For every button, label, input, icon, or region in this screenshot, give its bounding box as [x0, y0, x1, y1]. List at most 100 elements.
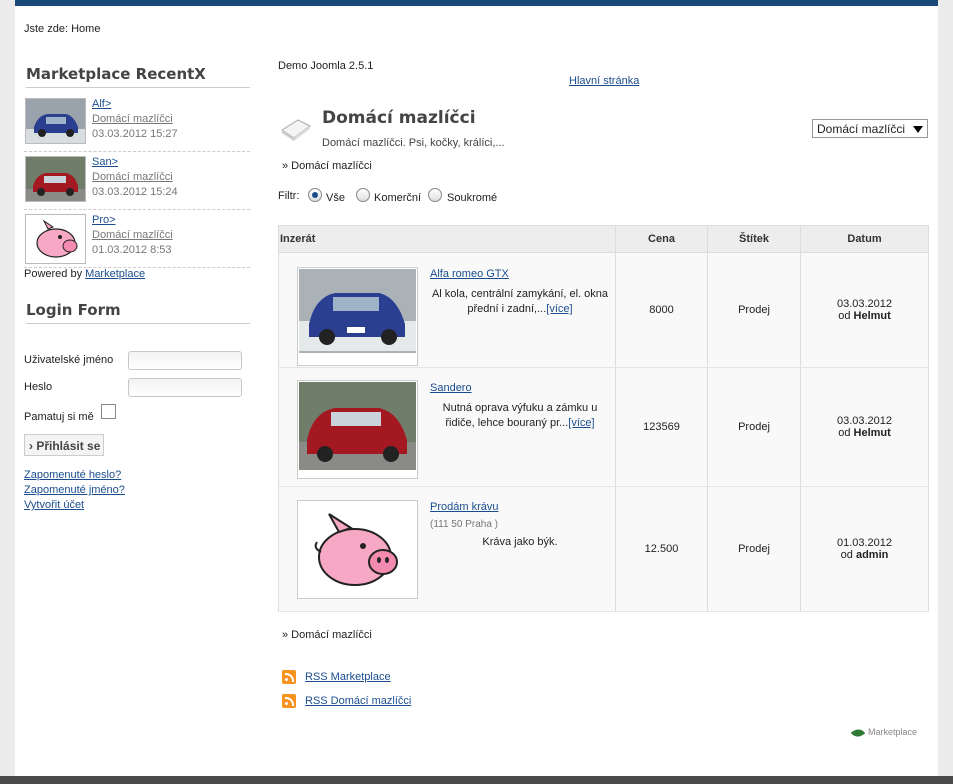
- remember-checkbox[interactable]: [101, 404, 116, 419]
- filter-label-commercial: Komerční: [374, 192, 422, 204]
- footer-brand-label: Marketplace: [868, 727, 918, 737]
- category-crumb-bottom[interactable]: » Domácí mazlíčci: [282, 629, 372, 641]
- recent-item-date: 03.03.2012 15:27: [92, 128, 178, 140]
- filter-label: Filtr:: [278, 190, 300, 202]
- rss-category-link[interactable]: RSS Domácí mazlíčci: [305, 695, 411, 707]
- recent-item: Alf> Domácí mazlíčci 03.03.2012 15:27: [24, 95, 250, 152]
- item-author-line: od Helmut: [802, 310, 927, 322]
- item-more-link[interactable]: [více]: [546, 303, 572, 315]
- filter-label-all: Vše: [326, 192, 345, 204]
- item-tag: Prodej: [707, 252, 801, 368]
- item-date-cell: 01.03.2012 od admin: [800, 486, 929, 612]
- recent-item-link[interactable]: San>: [92, 156, 118, 168]
- powered-by: Powered by Marketplace: [24, 268, 145, 280]
- home-link[interactable]: Hlavní stránka: [569, 75, 639, 87]
- item-desc-text: Al kola, centrální zamykání, el. okna př…: [431, 288, 609, 315]
- recent-thumb-car-blue[interactable]: [25, 98, 86, 144]
- rss-icon: [282, 694, 296, 708]
- item-date: 03.03.2012: [836, 415, 893, 427]
- item-title-link[interactable]: Alfa romeo GTX: [430, 268, 509, 280]
- recent-item-link[interactable]: Alf>: [92, 98, 111, 110]
- site-name: Demo Joomla 2.5.1: [278, 60, 374, 72]
- rss-icon: [282, 670, 296, 684]
- item-author: Helmut: [853, 310, 891, 322]
- username-label: Uživatelské jméno: [24, 354, 114, 366]
- category-select-value: Domácí mazlíčci: [817, 122, 906, 136]
- page-container: Jste zde: Home Marketplace RecentX Alf> …: [15, 6, 938, 776]
- item-description: Kráva jako býk.: [430, 535, 610, 550]
- password-input[interactable]: [128, 378, 242, 397]
- item-date-cell: 03.03.2012 od Helmut: [800, 252, 929, 368]
- item-author-prefix: od: [838, 427, 851, 439]
- leaf-icon: [850, 726, 866, 740]
- listings-table: Inzerát Cena Štítek Datum Alfa romeo GTX…: [278, 225, 929, 612]
- recent-thumb-car-red[interactable]: [25, 156, 86, 202]
- item-more-link[interactable]: [více]: [568, 417, 594, 429]
- remember-label: Pamatuj si mě: [24, 411, 94, 423]
- item-price: 8000: [615, 252, 708, 368]
- recent-item: Pro> Domácí mazlíčci 01.03.2012 8:53: [24, 211, 250, 268]
- forgot-password-link[interactable]: Zapomenuté heslo?: [24, 469, 121, 481]
- filter-radio-private[interactable]: [428, 188, 442, 202]
- item-cell: Alfa romeo GTX Al kola, centrální zamyká…: [278, 252, 616, 368]
- login-module-title: Login Form: [26, 301, 250, 324]
- item-cell: Sandero Nutná oprava výfuku a zámku u ři…: [278, 367, 616, 487]
- item-photo-car-red[interactable]: [297, 380, 418, 479]
- recent-item: San> Domácí mazlíčci 03.03.2012 15:24: [24, 153, 250, 210]
- col-header-item[interactable]: Inzerát: [278, 225, 616, 253]
- table-row: Prodám krávu (111 50 Praha ) Kráva jako …: [278, 486, 929, 612]
- breadcrumb-label: Jste zde:: [24, 23, 69, 35]
- item-tag: Prodej: [707, 486, 801, 612]
- item-date: 03.03.2012: [836, 298, 893, 310]
- item-author-line: od Helmut: [802, 427, 927, 439]
- item-location: (111 50 Praha ): [430, 519, 499, 530]
- item-author-prefix: od: [838, 310, 851, 322]
- powered-link[interactable]: Marketplace: [85, 268, 145, 280]
- rss-marketplace-link[interactable]: RSS Marketplace: [305, 671, 391, 683]
- recent-module-title: Marketplace RecentX: [26, 65, 250, 88]
- recent-item-category[interactable]: Domácí mazlíčci: [92, 113, 173, 125]
- recent-item-category[interactable]: Domácí mazlíčci: [92, 171, 173, 183]
- create-account-link[interactable]: Vytvořit účet: [24, 499, 84, 511]
- item-desc-text: Kráva jako býk.: [482, 536, 558, 548]
- recent-item-link[interactable]: Pro>: [92, 214, 116, 226]
- category-crumb[interactable]: » Domácí mazlíčci: [282, 160, 372, 172]
- item-photo-car-blue[interactable]: [297, 267, 418, 366]
- recent-item-date: 03.03.2012 15:24: [92, 186, 178, 198]
- breadcrumb: Jste zde: Home: [24, 23, 100, 35]
- recent-item-date: 01.03.2012 8:53: [92, 244, 172, 256]
- item-photo-pig[interactable]: [297, 500, 418, 599]
- col-header-price[interactable]: Cena: [615, 225, 708, 253]
- table-row: Sandero Nutná oprava výfuku a zámku u ři…: [278, 367, 929, 487]
- password-label: Heslo: [24, 381, 53, 393]
- category-book-icon: [280, 116, 312, 145]
- item-description: Al kola, centrální zamykání, el. okna př…: [430, 287, 610, 317]
- forgot-username-link[interactable]: Zapomenuté jméno?: [24, 484, 125, 496]
- item-cell: Prodám krávu (111 50 Praha ) Kráva jako …: [278, 486, 616, 612]
- login-button-label: Přihlásit se: [36, 439, 101, 453]
- col-header-tag[interactable]: Štítek: [707, 225, 801, 253]
- footer-brand[interactable]: Marketplace: [850, 726, 918, 740]
- item-description: Nutná oprava výfuku a zámku u řidiče, le…: [430, 401, 610, 431]
- category-select[interactable]: Domácí mazlíčci: [812, 119, 928, 138]
- login-button[interactable]: › Přihlásit se: [24, 434, 104, 456]
- username-input[interactable]: [128, 351, 242, 370]
- category-title: Domácí mazlíčci: [322, 108, 476, 128]
- item-author: admin: [855, 549, 889, 561]
- col-header-date[interactable]: Datum: [800, 225, 929, 253]
- powered-prefix: Powered by: [24, 268, 83, 280]
- item-tag: Prodej: [707, 367, 801, 487]
- recent-item-category[interactable]: Domácí mazlíčci: [92, 229, 173, 241]
- item-title-link[interactable]: Sandero: [430, 382, 472, 394]
- filter-label-private: Soukromé: [447, 192, 498, 204]
- item-author: Helmut: [853, 427, 891, 439]
- filter-radio-all[interactable]: [308, 188, 322, 202]
- chevron-right-icon: ›: [29, 439, 33, 453]
- table-header-row: Inzerát Cena Štítek Datum: [278, 225, 929, 253]
- recent-thumb-pig[interactable]: [25, 214, 86, 264]
- footer-bar: [0, 776, 953, 784]
- category-description: Domácí mazlíčci. Psi, kočky, králíci,...: [322, 137, 505, 149]
- item-title-link[interactable]: Prodám krávu: [430, 501, 498, 513]
- item-price: 12.500: [615, 486, 708, 612]
- filter-radio-commercial[interactable]: [356, 188, 370, 202]
